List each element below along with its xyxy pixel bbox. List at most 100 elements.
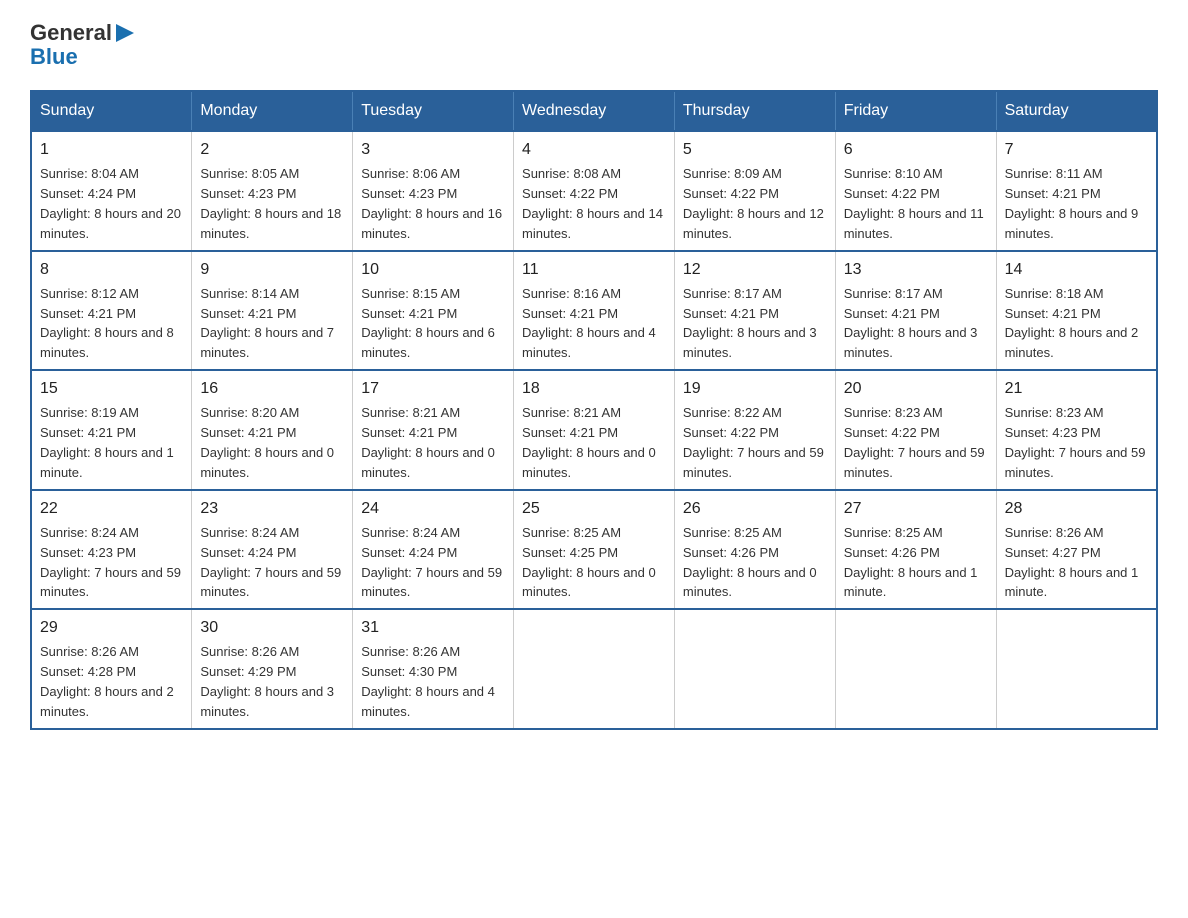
page-header: General Blue <box>30 20 1158 70</box>
day-number: 17 <box>361 377 505 400</box>
calendar-cell <box>674 609 835 729</box>
day-info: Sunrise: 8:17 AMSunset: 4:21 PMDaylight:… <box>844 286 978 361</box>
day-info: Sunrise: 8:26 AMSunset: 4:27 PMDaylight:… <box>1005 525 1139 600</box>
calendar-cell: 7Sunrise: 8:11 AMSunset: 4:21 PMDaylight… <box>996 131 1157 251</box>
calendar-cell: 15 Sunrise: 8:19 AMSunset: 4:21 PMDayligh… <box>31 370 192 490</box>
day-info: Sunrise: 8:26 AMSunset: 4:29 PMDaylight:… <box>200 644 334 719</box>
day-info: Sunrise: 8:19 AMSunset: 4:21 PMDaylight:… <box>40 405 174 480</box>
calendar-cell: 1 Sunrise: 8:04 AMSunset: 4:24 PMDaylight… <box>31 131 192 251</box>
day-number: 1 <box>40 138 183 161</box>
calendar-cell: 24Sunrise: 8:24 AMSunset: 4:24 PMDayligh… <box>353 490 514 610</box>
week-row-3: 15 Sunrise: 8:19 AMSunset: 4:21 PMDayligh… <box>31 370 1157 490</box>
day-info: Sunrise: 8:25 AMSunset: 4:25 PMDaylight:… <box>522 525 656 600</box>
calendar-cell: 17 Sunrise: 8:21 AMSunset: 4:21 PMDayligh… <box>353 370 514 490</box>
day-info: Sunrise: 8:24 AMSunset: 4:24 PMDaylight:… <box>361 525 502 600</box>
calendar-cell <box>514 609 675 729</box>
day-info: Sunrise: 8:10 AMSunset: 4:22 PMDaylight:… <box>844 166 984 241</box>
calendar-cell <box>996 609 1157 729</box>
calendar-cell: 9Sunrise: 8:14 AMSunset: 4:21 PMDaylight… <box>192 251 353 371</box>
day-number: 29 <box>40 616 183 639</box>
calendar-cell: 4Sunrise: 8:08 AMSunset: 4:22 PMDaylight… <box>514 131 675 251</box>
day-info: Sunrise: 8:04 AMSunset: 4:24 PMDaylight:… <box>40 166 181 241</box>
logo-arrow-icon <box>114 22 136 44</box>
day-info: Sunrise: 8:23 AMSunset: 4:22 PMDaylight:… <box>844 405 985 480</box>
header-friday: Friday <box>835 91 996 131</box>
calendar-cell: 20 Sunrise: 8:23 AMSunset: 4:22 PMDayligh… <box>835 370 996 490</box>
calendar-cell: 10 Sunrise: 8:15 AMSunset: 4:21 PMDayligh… <box>353 251 514 371</box>
day-info: Sunrise: 8:21 AMSunset: 4:21 PMDaylight:… <box>522 405 656 480</box>
calendar-cell: 6Sunrise: 8:10 AMSunset: 4:22 PMDaylight… <box>835 131 996 251</box>
calendar-cell: 12 Sunrise: 8:17 AMSunset: 4:21 PMDayligh… <box>674 251 835 371</box>
day-number: 13 <box>844 258 988 281</box>
calendar-cell: 19 Sunrise: 8:22 AMSunset: 4:22 PMDayligh… <box>674 370 835 490</box>
day-info: Sunrise: 8:25 AMSunset: 4:26 PMDaylight:… <box>844 525 978 600</box>
day-info: Sunrise: 8:05 AMSunset: 4:23 PMDaylight:… <box>200 166 341 241</box>
day-number: 23 <box>200 497 344 520</box>
day-number: 5 <box>683 138 827 161</box>
day-info: Sunrise: 8:06 AMSunset: 4:23 PMDaylight:… <box>361 166 502 241</box>
day-number: 16 <box>200 377 344 400</box>
calendar-cell: 16 Sunrise: 8:20 AMSunset: 4:21 PMDayligh… <box>192 370 353 490</box>
day-number: 2 <box>200 138 344 161</box>
day-number: 15 <box>40 377 183 400</box>
header-sunday: Sunday <box>31 91 192 131</box>
day-number: 19 <box>683 377 827 400</box>
day-info: Sunrise: 8:15 AMSunset: 4:21 PMDaylight:… <box>361 286 495 361</box>
day-number: 10 <box>361 258 505 281</box>
logo-blue-text: Blue <box>30 44 78 70</box>
day-number: 22 <box>40 497 183 520</box>
header-tuesday: Tuesday <box>353 91 514 131</box>
day-number: 12 <box>683 258 827 281</box>
day-number: 25 <box>522 497 666 520</box>
calendar-cell: 18 Sunrise: 8:21 AMSunset: 4:21 PMDayligh… <box>514 370 675 490</box>
header-wednesday: Wednesday <box>514 91 675 131</box>
calendar-cell: 14 Sunrise: 8:18 AMSunset: 4:21 PMDayligh… <box>996 251 1157 371</box>
logo-general-text: General <box>30 20 112 46</box>
week-row-2: 8Sunrise: 8:12 AMSunset: 4:21 PMDaylight… <box>31 251 1157 371</box>
calendar-cell: 21 Sunrise: 8:23 AMSunset: 4:23 PMDayligh… <box>996 370 1157 490</box>
day-number: 26 <box>683 497 827 520</box>
day-number: 20 <box>844 377 988 400</box>
day-info: Sunrise: 8:08 AMSunset: 4:22 PMDaylight:… <box>522 166 663 241</box>
day-info: Sunrise: 8:26 AMSunset: 4:28 PMDaylight:… <box>40 644 174 719</box>
day-info: Sunrise: 8:18 AMSunset: 4:21 PMDaylight:… <box>1005 286 1139 361</box>
header-saturday: Saturday <box>996 91 1157 131</box>
day-info: Sunrise: 8:22 AMSunset: 4:22 PMDaylight:… <box>683 405 824 480</box>
day-number: 30 <box>200 616 344 639</box>
day-number: 14 <box>1005 258 1148 281</box>
day-info: Sunrise: 8:20 AMSunset: 4:21 PMDaylight:… <box>200 405 334 480</box>
day-info: Sunrise: 8:16 AMSunset: 4:21 PMDaylight:… <box>522 286 656 361</box>
calendar-cell: 5 Sunrise: 8:09 AMSunset: 4:22 PMDaylight… <box>674 131 835 251</box>
calendar-cell: 11 Sunrise: 8:16 AMSunset: 4:21 PMDayligh… <box>514 251 675 371</box>
day-info: Sunrise: 8:21 AMSunset: 4:21 PMDaylight:… <box>361 405 495 480</box>
day-number: 11 <box>522 258 666 281</box>
day-info: Sunrise: 8:25 AMSunset: 4:26 PMDaylight:… <box>683 525 817 600</box>
calendar-cell: 30 Sunrise: 8:26 AMSunset: 4:29 PMDayligh… <box>192 609 353 729</box>
day-info: Sunrise: 8:23 AMSunset: 4:23 PMDaylight:… <box>1005 405 1146 480</box>
calendar-cell: 31 Sunrise: 8:26 AMSunset: 4:30 PMDayligh… <box>353 609 514 729</box>
day-number: 31 <box>361 616 505 639</box>
calendar-cell: 13 Sunrise: 8:17 AMSunset: 4:21 PMDayligh… <box>835 251 996 371</box>
calendar-cell: 27 Sunrise: 8:25 AMSunset: 4:26 PMDayligh… <box>835 490 996 610</box>
calendar-header-row: SundayMondayTuesdayWednesdayThursdayFrid… <box>31 91 1157 131</box>
calendar-cell: 2 Sunrise: 8:05 AMSunset: 4:23 PMDaylight… <box>192 131 353 251</box>
calendar-cell <box>835 609 996 729</box>
header-thursday: Thursday <box>674 91 835 131</box>
calendar-cell: 25 Sunrise: 8:25 AMSunset: 4:25 PMDayligh… <box>514 490 675 610</box>
day-number: 18 <box>522 377 666 400</box>
header-monday: Monday <box>192 91 353 131</box>
calendar-table: SundayMondayTuesdayWednesdayThursdayFrid… <box>30 90 1158 730</box>
week-row-5: 29 Sunrise: 8:26 AMSunset: 4:28 PMDayligh… <box>31 609 1157 729</box>
day-number: 27 <box>844 497 988 520</box>
day-info: Sunrise: 8:11 AMSunset: 4:21 PMDaylight:… <box>1005 166 1139 241</box>
week-row-4: 22Sunrise: 8:24 AMSunset: 4:23 PMDayligh… <box>31 490 1157 610</box>
day-number: 21 <box>1005 377 1148 400</box>
calendar-cell: 8Sunrise: 8:12 AMSunset: 4:21 PMDaylight… <box>31 251 192 371</box>
calendar-cell: 3Sunrise: 8:06 AMSunset: 4:23 PMDaylight… <box>353 131 514 251</box>
day-number: 28 <box>1005 497 1148 520</box>
day-number: 8 <box>40 258 183 281</box>
day-info: Sunrise: 8:17 AMSunset: 4:21 PMDaylight:… <box>683 286 817 361</box>
day-info: Sunrise: 8:09 AMSunset: 4:22 PMDaylight:… <box>683 166 824 241</box>
calendar-cell: 23Sunrise: 8:24 AMSunset: 4:24 PMDayligh… <box>192 490 353 610</box>
day-info: Sunrise: 8:26 AMSunset: 4:30 PMDaylight:… <box>361 644 495 719</box>
